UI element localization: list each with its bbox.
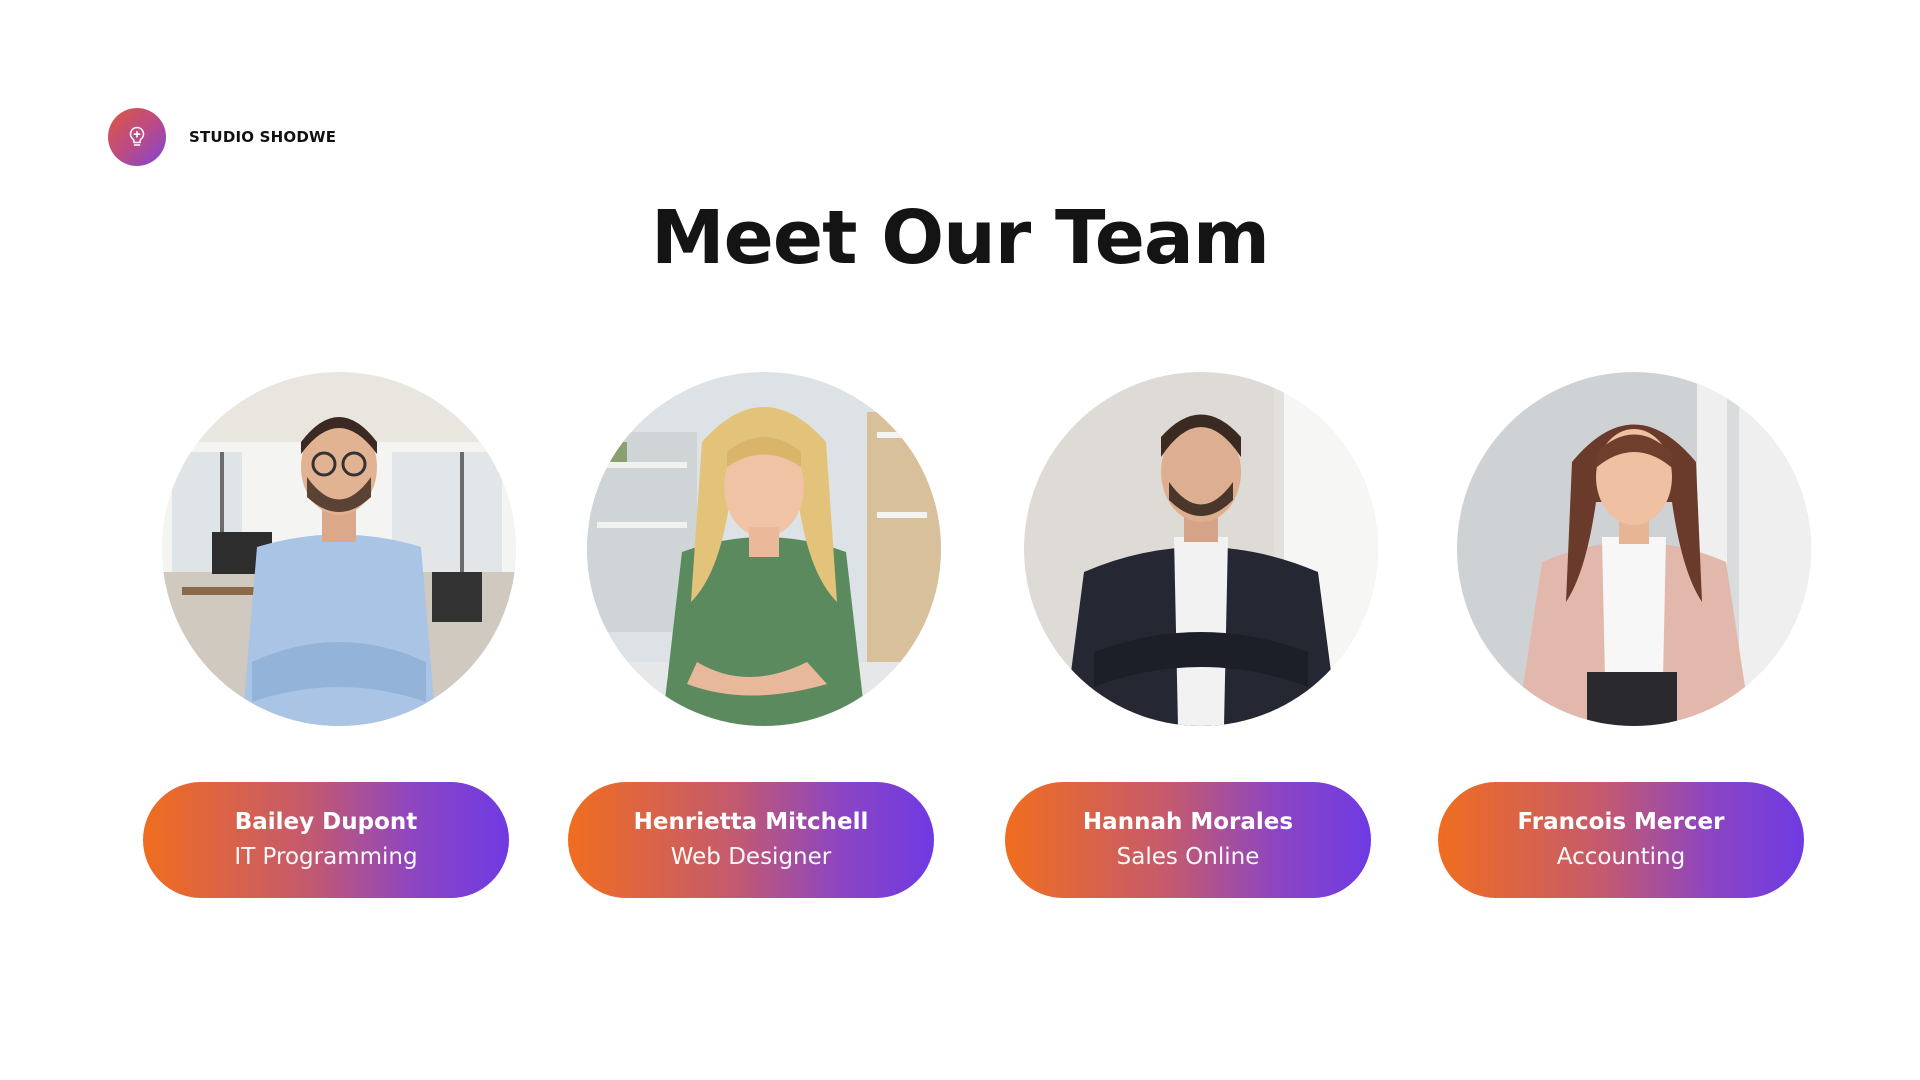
team-member-card: Bailey Dupont IT Programming (143, 372, 523, 902)
member-name: Hannah Morales (1082, 809, 1294, 835)
member-name-pill: Francois Mercer Accounting (1438, 782, 1804, 898)
member-role: Sales Online (1116, 844, 1260, 870)
man-blue-shirt-office-photo (162, 372, 516, 726)
team-member-card: Francois Mercer Accounting (1438, 372, 1818, 902)
member-photo (1457, 372, 1811, 726)
member-name-pill: Bailey Dupont IT Programming (143, 782, 509, 898)
woman-green-top-desk-photo (587, 372, 941, 726)
page-title: Meet Our Team (651, 195, 1270, 281)
member-role: Accounting (1556, 844, 1686, 870)
member-name-pill: Hannah Morales Sales Online (1005, 782, 1371, 898)
member-name: Bailey Dupont (234, 809, 418, 835)
member-role: Web Designer (670, 844, 832, 870)
team-member-card: Hannah Morales Sales Online (1005, 372, 1385, 902)
woman-pink-blazer-photo (1457, 372, 1811, 726)
member-name-pill: Henrietta Mitchell Web Designer (568, 782, 934, 898)
member-photo (587, 372, 941, 726)
member-photo (162, 372, 516, 726)
team-member-card: Henrietta Mitchell Web Designer (568, 372, 948, 902)
brand-name: STUDIO SHODWE (189, 128, 337, 146)
member-name: Francois Mercer (1517, 809, 1725, 835)
man-dark-suit-photo (1024, 372, 1378, 726)
member-photo (1024, 372, 1378, 726)
member-name: Henrietta Mitchell (633, 809, 869, 835)
member-role: IT Programming (234, 844, 418, 870)
lightbulb-icon (129, 126, 145, 146)
brand: STUDIO SHODWE (108, 108, 336, 166)
team-grid: Bailey Dupont IT Programming Henrietta M… (0, 372, 1920, 902)
brand-logo (108, 108, 166, 166)
